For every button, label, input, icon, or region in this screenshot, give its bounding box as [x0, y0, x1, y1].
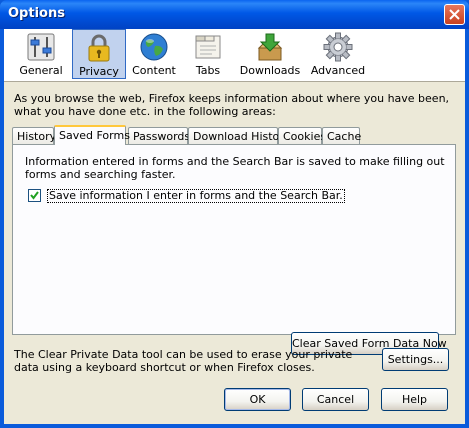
save-forms-checkbox[interactable] — [28, 189, 41, 202]
toolbar-privacy-label: Privacy — [79, 65, 119, 78]
padlock-icon — [88, 34, 110, 62]
privacy-description: As you browse the web, Firefox keeps inf… — [14, 92, 450, 118]
category-toolbar: General Privacy Content Tabs Downloads A… — [4, 29, 465, 82]
window-title: Options — [8, 6, 65, 21]
save-forms-checkbox-label[interactable]: Save information I enter in forms and th… — [47, 189, 345, 203]
checkmark-icon — [30, 191, 39, 200]
download-box-icon — [257, 33, 283, 61]
general-sliders-icon — [27, 33, 55, 61]
globe-icon — [140, 33, 168, 61]
tab-passwords[interactable]: Passwords — [128, 127, 190, 144]
saved-forms-panel: Information entered in forms and the Sea… — [12, 144, 456, 355]
toolbar-advanced-label: Advanced — [310, 64, 366, 77]
close-button[interactable] — [444, 4, 465, 25]
tab-cache[interactable]: Cache — [322, 127, 361, 144]
toolbar-tabs-label: Tabs — [195, 64, 221, 77]
toolbar-content-button[interactable]: Content — [126, 29, 182, 79]
options-window: Options General Privacy Content Tabs Dow… — [0, 0, 469, 428]
toolbar-advanced-button[interactable]: Advanced — [306, 29, 370, 79]
saved-forms-info: Information entered in forms and the Sea… — [25, 155, 445, 181]
tab-download-history[interactable]: Download History — [188, 127, 290, 144]
tabs-window-icon — [195, 35, 221, 59]
tab-history[interactable]: History — [12, 127, 56, 144]
tab-saved-forms[interactable]: Saved Forms — [54, 125, 130, 145]
dialog-client: General Privacy Content Tabs Downloads A… — [4, 29, 465, 424]
close-icon — [449, 9, 460, 20]
toolbar-tabs-button[interactable]: Tabs — [182, 29, 234, 79]
toolbar-downloads-label: Downloads — [239, 64, 301, 77]
clear-private-data-info: The Clear Private Data tool can be used … — [14, 348, 353, 374]
toolbar-general-button[interactable]: General — [10, 29, 72, 79]
toolbar-downloads-button[interactable]: Downloads — [236, 29, 304, 79]
toolbar-privacy-button[interactable]: Privacy — [72, 29, 126, 79]
gear-icon — [323, 32, 353, 62]
title-bar[interactable]: Options — [0, 0, 469, 29]
ok-button[interactable]: OK — [224, 388, 291, 411]
toolbar-general-label: General — [19, 64, 63, 77]
toolbar-content-label: Content — [132, 64, 176, 77]
help-button[interactable]: Help — [381, 388, 448, 411]
cancel-button[interactable]: Cancel — [302, 388, 369, 411]
tab-cookies[interactable]: Cookies — [278, 127, 326, 144]
settings-button[interactable]: Settings... — [382, 348, 449, 371]
